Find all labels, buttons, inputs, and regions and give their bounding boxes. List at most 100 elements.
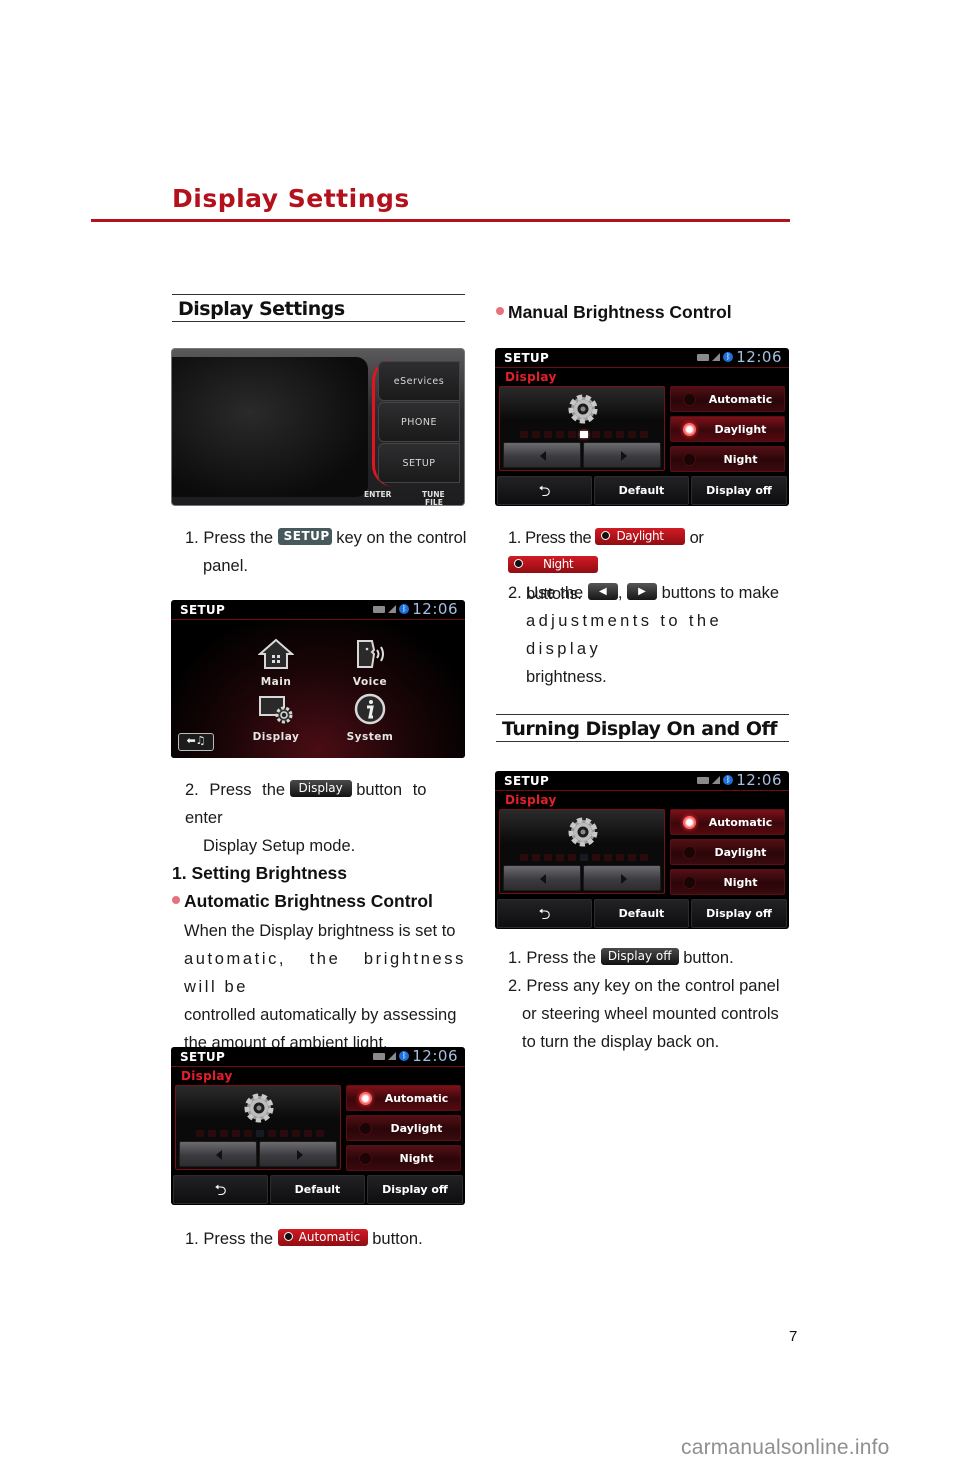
signal-icon — [388, 605, 397, 613]
brightness-level-4 — [556, 431, 564, 438]
right-arrow-icon — [621, 451, 627, 461]
brightness-level-6 — [580, 854, 588, 861]
default-button[interactable]: Default — [594, 899, 689, 928]
status-bar: SETUP ᛒ 12:06 — [495, 771, 789, 791]
mode-button-daylight[interactable]: Daylight — [346, 1115, 461, 1141]
bullet-dot — [172, 896, 180, 905]
voice-icon — [357, 640, 384, 668]
mode-button-automatic[interactable]: Automatic — [670, 386, 785, 412]
brightness-level-8 — [604, 854, 612, 861]
page-number: 7 — [789, 1328, 798, 1345]
back-button[interactable]: ⮌ — [173, 1175, 268, 1204]
screen-subtitle: Display — [181, 1069, 233, 1083]
brightness-level-7 — [268, 1130, 276, 1137]
mode-button-night[interactable]: Night — [670, 446, 785, 472]
bullet-heading-automatic: Automatic Brightness Control — [172, 891, 433, 912]
brightness-level-10 — [628, 854, 636, 861]
step-press-display: 2. Press the Display button to enter Dis… — [185, 780, 427, 855]
subheading-setting-brightness: 1. Setting Brightness — [172, 863, 348, 883]
brightness-level-9 — [616, 854, 624, 861]
brightness-level-9 — [292, 1130, 300, 1137]
screen-title: SETUP — [180, 603, 226, 617]
menu-item-display[interactable]: Display — [241, 693, 311, 743]
display-off-button-chip: Display off — [600, 948, 679, 966]
back-button[interactable]: ⮌ — [497, 899, 592, 928]
default-button[interactable]: Default — [594, 476, 689, 505]
brightness-increase-button[interactable] — [259, 1141, 337, 1167]
display-off-button[interactable]: Display off — [691, 899, 787, 928]
brightness-increase-button[interactable] — [583, 865, 661, 891]
brightness-level-4 — [556, 854, 564, 861]
menu-item-main[interactable]: Main — [241, 638, 311, 688]
automatic-button-chip: Automatic — [277, 1229, 368, 1247]
bluetooth-icon: ᛒ — [723, 352, 734, 362]
brightness-level-8 — [280, 1130, 288, 1137]
radio-indicator — [359, 1122, 372, 1135]
brightness-level-3 — [220, 1130, 228, 1137]
display-screen-onoff: SETUP ᛒ 12:06 Display Automatic Daylight Night… — [495, 771, 789, 929]
page-title: Display Settings — [172, 184, 410, 213]
left-arrow-icon — [540, 874, 546, 884]
default-button[interactable]: Default — [270, 1175, 365, 1204]
status-icons: ᛒ 12:06 — [697, 771, 782, 789]
step-press-setup: 1. Press the SETUP key on the control pa… — [185, 528, 467, 575]
brightness-decrease-button[interactable] — [179, 1141, 257, 1167]
watermark: carmanualsonline.info — [681, 1436, 890, 1459]
right-arrow-icon — [621, 874, 627, 884]
status-icons: ᛒ 12:06 — [373, 600, 458, 618]
brightness-level-5 — [568, 854, 576, 861]
radio-indicator — [683, 453, 696, 466]
radio-indicator — [683, 876, 696, 889]
left-arrow-icon — [540, 451, 546, 461]
display-button-chip: Display — [289, 780, 352, 798]
file-label: FILE — [425, 498, 443, 506]
radio-indicator — [683, 393, 696, 406]
automatic-description: When the Display brightness is set to au… — [184, 922, 466, 1052]
brightness-level-7 — [592, 431, 600, 438]
brightness-level-11 — [640, 431, 648, 438]
signal-icon — [712, 353, 721, 361]
mode-button-automatic[interactable]: Automatic — [346, 1085, 461, 1111]
right-arrow-icon — [297, 1150, 303, 1160]
night-button-chip: Night — [508, 556, 598, 574]
brightness-increase-button[interactable] — [583, 442, 661, 468]
brightness-level-2 — [208, 1130, 216, 1137]
display-screen-automatic: SETUP ᛒ 12:06 Display Automatic Daylight Night… — [171, 1047, 465, 1205]
display-off-button[interactable]: Display off — [691, 476, 787, 505]
brightness-level-1 — [520, 431, 528, 438]
brightness-gear-icon — [568, 817, 598, 847]
clock: 12:06 — [412, 600, 458, 618]
menu-item-voice[interactable]: Voice — [335, 638, 405, 688]
head-unit-screen-off — [172, 357, 368, 497]
radio-indicator — [359, 1092, 372, 1105]
return-music-button[interactable]: ⬅♫ — [178, 733, 214, 751]
display-off-button[interactable]: Display off — [367, 1175, 463, 1204]
clock: 12:06 — [736, 771, 782, 789]
mode-button-night[interactable]: Night — [346, 1145, 461, 1171]
radio-indicator — [683, 423, 696, 436]
mode-button-automatic[interactable]: Automatic — [670, 809, 785, 835]
bluetooth-icon: ᛒ — [399, 604, 410, 614]
mode-button-daylight[interactable]: Daylight — [670, 416, 785, 442]
brightness-level-11 — [640, 854, 648, 861]
battery-icon — [373, 1052, 386, 1060]
mode-button-night[interactable]: Night — [670, 869, 785, 895]
setup-key[interactable]: SETUP — [378, 443, 460, 483]
signal-icon — [388, 1052, 397, 1060]
phone-key[interactable]: PHONE — [378, 402, 460, 442]
menu-item-system[interactable]: System — [335, 693, 405, 743]
mode-button-daylight[interactable]: Daylight — [670, 839, 785, 865]
signal-icon — [712, 776, 721, 784]
brightness-level-7 — [592, 854, 600, 861]
brightness-decrease-button[interactable] — [503, 442, 581, 468]
brightness-level-1 — [196, 1130, 204, 1137]
battery-icon — [373, 605, 386, 613]
battery-icon — [697, 776, 710, 784]
brightness-decrease-button[interactable] — [503, 865, 581, 891]
info-icon — [354, 693, 386, 725]
eservices-key[interactable]: eServices — [378, 361, 460, 401]
back-button[interactable]: ⮌ — [497, 476, 592, 505]
page-title-rule — [91, 219, 790, 222]
brightness-level-5 — [568, 431, 576, 438]
screen-title: SETUP — [180, 1050, 226, 1064]
